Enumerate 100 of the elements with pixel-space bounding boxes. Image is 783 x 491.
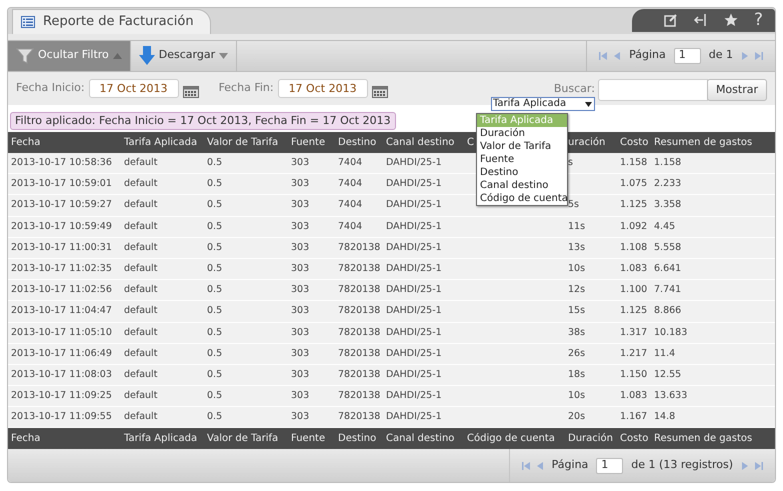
edit-icon[interactable] [664, 13, 678, 28]
last-page-icon[interactable] [755, 50, 763, 61]
help-button[interactable]: ? [754, 12, 763, 29]
table-cell: 10s [568, 262, 586, 274]
first-page-icon[interactable] [522, 460, 530, 471]
table-cell: 0.5 [207, 220, 222, 232]
table-cell: DAHDI/25-1 [386, 242, 442, 253]
column-header[interactable]: Código de cuenta [467, 433, 555, 444]
table-cell: default [124, 178, 158, 190]
table-cell: 7820138 [338, 348, 380, 359]
dropdown-option[interactable]: Destino [477, 166, 567, 179]
table-cell: 303 [291, 411, 310, 422]
column-header[interactable]: Destino [338, 433, 376, 444]
column-header[interactable]: Destino [338, 137, 376, 148]
search-column-select[interactable]: Tarifa Aplicada [490, 97, 595, 112]
last-page-icon[interactable] [755, 460, 763, 471]
column-header[interactable]: Valor de Tarifa [207, 433, 278, 444]
dropdown-option[interactable]: Canal destino [477, 179, 567, 192]
column-header[interactable]: Canal destino [386, 137, 454, 148]
column-header[interactable]: Canal destino [386, 433, 454, 444]
end-date-field[interactable]: 17 Oct 2013 [278, 78, 368, 98]
table-cell: default [124, 368, 158, 380]
next-page-icon[interactable] [741, 460, 749, 471]
table-cell: 11s [568, 220, 586, 232]
table-cell: 1.317 [620, 326, 648, 338]
table-cell: 303 [291, 262, 310, 274]
table-cell: s [568, 157, 573, 168]
table-cell: 7820138 [338, 262, 380, 274]
download-arrow-icon [138, 46, 155, 66]
table-cell: 2013-10-17 10:58:36 [11, 157, 112, 168]
star-icon[interactable] [724, 13, 738, 28]
column-header[interactable]: Costo [620, 137, 648, 148]
calendar-icon[interactable] [182, 86, 199, 98]
calendar-icon[interactable] [372, 86, 388, 98]
pin-left-icon[interactable] [694, 13, 708, 28]
table-cell: 1.125 [620, 199, 648, 210]
table-cell: 1.092 [620, 220, 648, 232]
table-cell: 7820138 [338, 242, 380, 253]
dropdown-option[interactable]: Código de cuenta [477, 192, 567, 205]
column-header[interactable]: Tarifa Aplicada [124, 433, 198, 444]
dropdown-option[interactable]: Duración [477, 127, 567, 140]
table-cell: 7820138 [338, 284, 380, 296]
table-cell: DAHDI/25-1 [386, 157, 442, 168]
table-cell: default [124, 390, 158, 402]
column-header[interactable]: Valor de Tarifa [207, 137, 278, 148]
table-cell: 303 [291, 348, 310, 359]
dropdown-arrow-icon [584, 102, 592, 107]
show-button[interactable]: Mostrar [706, 79, 767, 102]
page-input[interactable]: 1 [674, 48, 701, 64]
caret-icon [112, 52, 122, 59]
column-header[interactable]: Fecha [11, 433, 40, 444]
table-cell: 10s [568, 390, 586, 402]
table-cell: 2013-10-17 11:05:10 [11, 326, 112, 338]
column-header[interactable]: Resumen de gastos [654, 137, 752, 148]
table-cell: 2013-10-17 11:09:25 [11, 390, 112, 402]
column-header[interactable]: Fuente [291, 433, 326, 444]
page-input[interactable]: 1 [596, 458, 624, 474]
table-cell: 10.183 [654, 326, 688, 338]
table-cell: 7404 [338, 220, 362, 232]
table-cell: 14.8 [654, 411, 676, 422]
table-cell: 303 [291, 220, 310, 232]
previous-page-icon[interactable] [613, 50, 622, 61]
table-cell: 0.5 [207, 326, 222, 338]
column-header[interactable]: C [467, 137, 474, 148]
table-cell: 4.45 [654, 220, 676, 232]
start-date-label: Fecha Inicio: [16, 80, 85, 96]
table-cell: 26s [568, 348, 586, 359]
table-cell: 1.158 [620, 157, 648, 168]
download-button[interactable]: Descargar [130, 40, 238, 71]
start-date-field[interactable]: 17 Oct 2013 [88, 78, 179, 98]
table-cell: default [124, 284, 158, 296]
first-page-icon[interactable] [599, 50, 608, 61]
column-header[interactable]: Costo [620, 433, 648, 444]
table-cell: 1.217 [620, 348, 648, 359]
table-cell: 7820138 [338, 305, 380, 316]
column-header[interactable]: Fecha [11, 137, 40, 148]
table-cell: default [124, 157, 158, 168]
table-cell: DAHDI/25-1 [386, 368, 442, 380]
table-cell: 2013-10-17 11:09:55 [11, 411, 112, 422]
table-cell: 2013-10-17 10:59:49 [11, 220, 112, 232]
column-header[interactable]: Fuente [291, 137, 326, 148]
table-cell: default [124, 348, 158, 359]
applied-filter-tag: Filtro aplicado: Fecha Inicio = 17 Oct 2013, Fecha Fin = 17 Oct 2013 [10, 112, 396, 130]
column-header[interactable]: Resumen de gastos [654, 433, 752, 444]
table-cell: default [124, 262, 158, 274]
report-tab[interactable]: Reporte de Facturación [12, 8, 211, 34]
table-cell: default [124, 242, 158, 253]
search-field[interactable] [598, 79, 708, 102]
column-header[interactable]: Tarifa Aplicada [124, 137, 198, 148]
table-cell: 0.5 [207, 305, 222, 316]
table-cell: 2013-10-17 10:59:01 [11, 178, 112, 190]
previous-page-icon[interactable] [536, 460, 544, 471]
next-page-icon[interactable] [741, 50, 749, 61]
column-header[interactable]: Duración [568, 433, 614, 444]
dropdown-option[interactable]: Fuente [477, 153, 567, 166]
table-cell: 0.5 [207, 284, 222, 296]
table-cell: 2013-10-17 11:04:47 [11, 305, 112, 316]
table-cell: 303 [291, 242, 310, 253]
column-header[interactable]: uración [568, 137, 606, 148]
dropdown-option[interactable]: Valor de Tarifa [477, 140, 567, 153]
